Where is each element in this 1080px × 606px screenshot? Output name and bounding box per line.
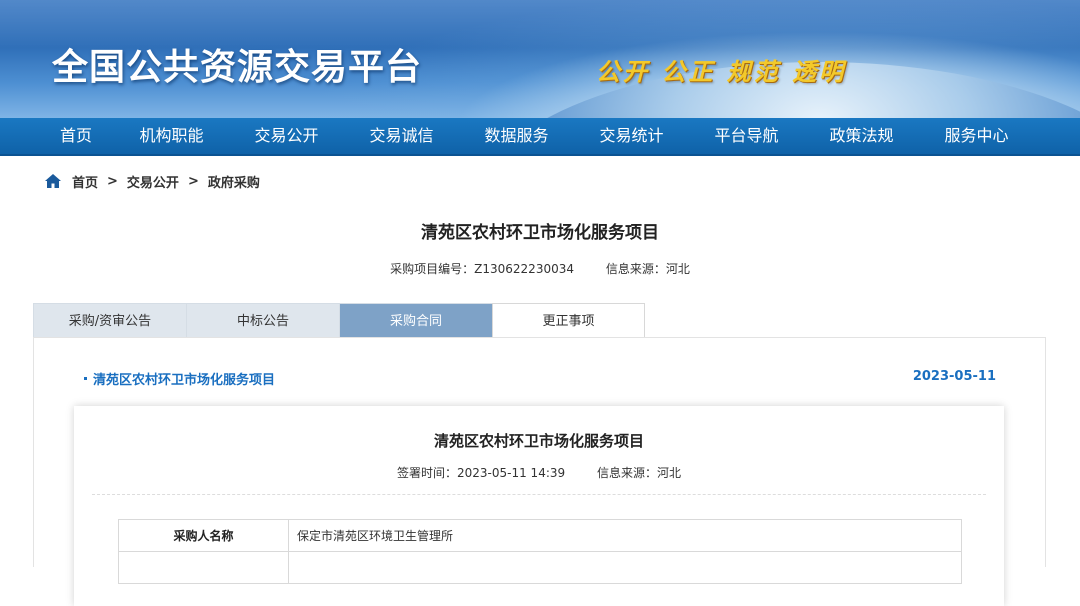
purchaser-label: 采购人名称 [118, 519, 289, 552]
purchaser-value: 保定市清苑区环境卫生管理所 [288, 519, 962, 552]
list-item-title-wrap[interactable]: 清苑区农村环卫市场化服务项目 [84, 369, 275, 388]
detail-title: 清苑区农村环卫市场化服务项目 [433, 432, 644, 450]
nav-item-institution[interactable]: 机构职能 [114, 117, 229, 155]
tab-procurement-contract[interactable]: 采购合同 [339, 303, 492, 338]
tab-corrections[interactable]: 更正事项 [492, 303, 645, 338]
detail-card: 清苑区农村环卫市场化服务项目 签署时间：2023-05-11 14:39 信息来… [74, 406, 1004, 606]
bullet-icon [84, 377, 87, 380]
detail-source: 信息来源：河北 [596, 466, 681, 480]
nav-item-platform-nav[interactable]: 平台导航 [689, 117, 804, 155]
divider [92, 494, 986, 495]
breadcrumb-home[interactable]: 首页 [72, 172, 98, 191]
nav-item-service[interactable]: 服务中心 [919, 117, 1034, 155]
breadcrumb-trade-public[interactable]: 交易公开 [127, 172, 179, 191]
site-banner: 全国公共资源交易平台 公开 公正 规范 透明 [0, 0, 1080, 118]
page-title: 清苑区农村环卫市场化服务项目 [421, 223, 659, 243]
detail-meta: 签署时间：2023-05-11 14:39 信息来源：河北 [74, 464, 1004, 480]
site-title[interactable]: 全国公共资源交易平台 [52, 38, 422, 90]
table-row [118, 551, 962, 584]
tab-award-notice[interactable]: 中标公告 [186, 303, 339, 338]
table-cell-empty [118, 551, 289, 584]
list-item-date: 2023-05-11 [912, 369, 996, 384]
main-nav: 首页 机构职能 交易公开 交易诚信 数据服务 交易统计 平台导航 政策法规 服务… [0, 118, 1080, 156]
breadcrumb-gov-procurement[interactable]: 政府采购 [208, 172, 260, 191]
nav-item-trade-stats[interactable]: 交易统计 [574, 117, 689, 155]
notice-tabs: 采购/资审公告 中标公告 采购合同 更正事项 [33, 303, 645, 338]
nav-item-home[interactable]: 首页 [34, 117, 114, 155]
table-row: 采购人名称 保定市清苑区环境卫生管理所 [118, 519, 962, 552]
site-slogan: 公开 公正 规范 透明 [596, 57, 847, 86]
breadcrumb-separator: > [187, 173, 199, 189]
nav-item-data-service[interactable]: 数据服务 [459, 117, 574, 155]
breadcrumb-separator: > [107, 173, 118, 189]
project-source: 信息来源：河北 [605, 262, 690, 276]
project-code: 采购项目编号：Z130622230034 [390, 262, 574, 276]
nav-item-policy[interactable]: 政策法规 [804, 117, 919, 155]
list-item-title[interactable]: 清苑区农村环卫市场化服务项目 [93, 373, 275, 388]
sign-time: 签署时间：2023-05-11 14:39 [397, 466, 566, 480]
content-panel: 清苑区农村环卫市场化服务项目 2023-05-11 清苑区农村环卫市场化服务项目… [33, 337, 1046, 606]
info-table: 采购人名称 保定市清苑区环境卫生管理所 [118, 519, 962, 584]
nav-item-trade-public[interactable]: 交易公开 [229, 117, 344, 155]
breadcrumb: 首页 > 交易公开 > 政府采购 [0, 156, 1080, 206]
table-cell-empty [288, 551, 962, 584]
tab-procurement-notice[interactable]: 采购/资审公告 [33, 303, 186, 338]
home-icon[interactable] [44, 173, 62, 189]
list-item[interactable]: 清苑区农村环卫市场化服务项目 2023-05-11 [84, 369, 996, 388]
nav-item-trade-credit[interactable]: 交易诚信 [344, 117, 459, 155]
project-meta: 采购项目编号：Z130622230034 信息来源：河北 [0, 260, 1080, 276]
